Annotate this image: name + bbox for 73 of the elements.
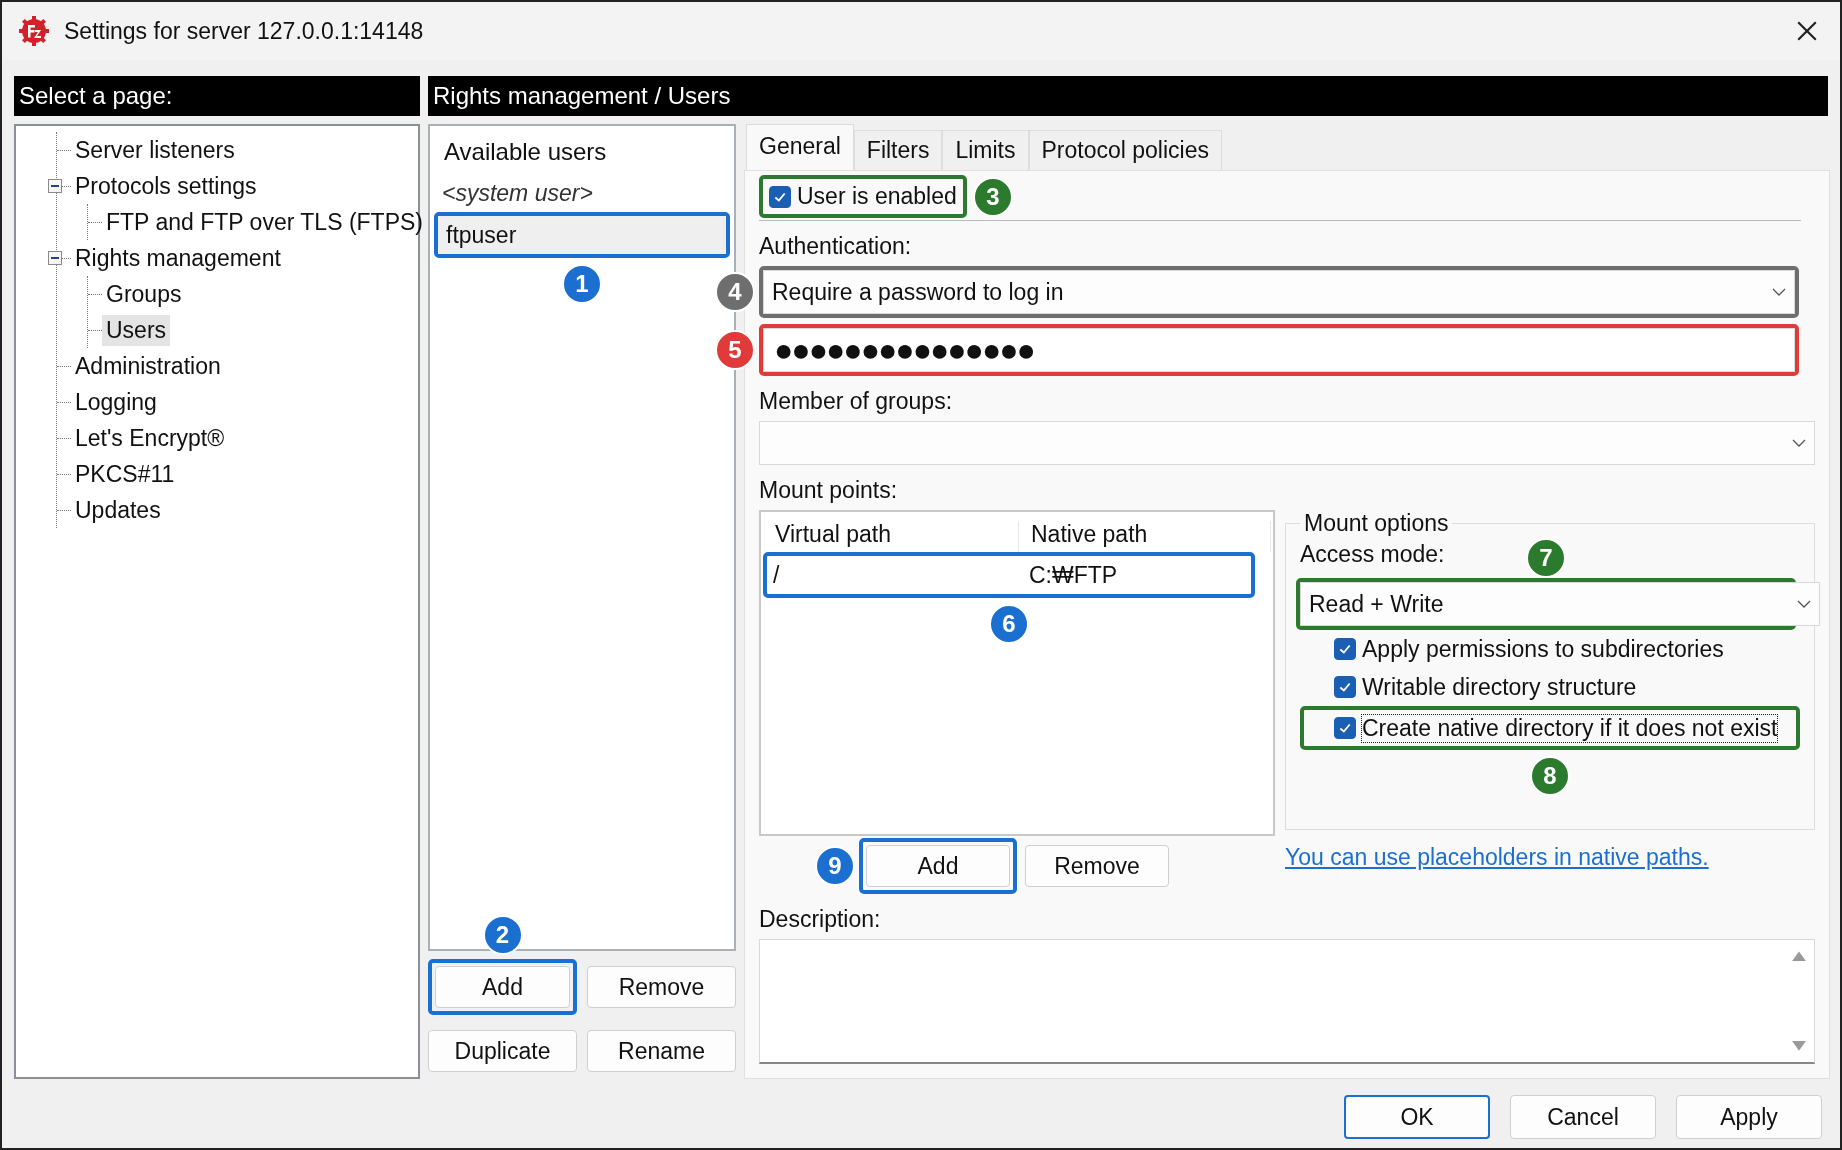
callout-badge: 7 xyxy=(1526,538,1566,578)
chevron-down-icon xyxy=(1797,600,1811,608)
dialog-button[interactable]: Apply xyxy=(1676,1095,1822,1139)
dialog-button[interactable]: Cancel xyxy=(1510,1095,1656,1139)
placeholders-link[interactable]: You can use placeholders in native paths. xyxy=(1285,844,1815,871)
column-header: Available users xyxy=(443,137,608,167)
user-action-button[interactable]: Duplicate xyxy=(428,1030,577,1072)
description-field[interactable] xyxy=(759,939,1815,1064)
callout-badge: 3 xyxy=(972,176,1013,217)
tab[interactable]: Protocol policies xyxy=(1028,130,1222,170)
callout-badge: 8 xyxy=(1530,756,1570,796)
close-icon[interactable] xyxy=(1796,20,1818,42)
scroll-down-icon[interactable] xyxy=(1792,1041,1806,1052)
tab[interactable]: Filters xyxy=(853,130,943,170)
table-cell-text: / xyxy=(772,561,781,589)
callout-badge: 5 xyxy=(715,330,755,370)
remove-mount-button[interactable]: Remove xyxy=(1025,845,1169,887)
callout-badge: 6 xyxy=(989,604,1029,644)
window-title: Settings for server 127.0.0.1:14148 xyxy=(64,17,425,45)
scroll-up-icon[interactable] xyxy=(1792,950,1806,961)
check-icon xyxy=(1338,721,1352,735)
collapse-icon[interactable] xyxy=(48,179,62,193)
checkbox[interactable] xyxy=(1334,638,1356,660)
checkbox[interactable] xyxy=(1334,717,1356,739)
column-header[interactable]: Native path xyxy=(1019,521,1271,552)
collapse-icon[interactable] xyxy=(48,251,62,265)
callout-badge: 1 xyxy=(562,264,602,304)
tree-item[interactable]: Users xyxy=(102,314,171,346)
section-header: Rights management / Users xyxy=(428,76,1828,116)
gear-logo-icon xyxy=(18,15,50,47)
field-label: Mount points: xyxy=(759,477,899,504)
authentication-dropdown[interactable]: Require a password to log in xyxy=(763,270,1795,314)
table-cell-text: C:₩FTP xyxy=(1028,561,1119,589)
field-label: Description: xyxy=(759,906,882,933)
section-header: Select a page: xyxy=(14,76,420,116)
password-field[interactable]: ●●●●●●●●●●●●●●● xyxy=(763,328,1795,372)
user-action-button[interactable]: Rename xyxy=(587,1030,736,1072)
chevron-down-icon xyxy=(1772,288,1786,296)
field-label: Access mode: xyxy=(1300,541,1445,568)
tree-item[interactable]: Groups xyxy=(102,278,186,310)
group-title: Mount options xyxy=(1303,510,1450,537)
column-header[interactable]: Virtual path xyxy=(763,521,1019,552)
dialog-button[interactable]: OK xyxy=(1344,1095,1490,1139)
tree-item[interactable]: FTP and FTP over TLS (FTPS) xyxy=(102,206,427,238)
tree-item[interactable]: Logging xyxy=(71,386,161,418)
user-action-button[interactable]: Remove xyxy=(587,966,736,1008)
user-item[interactable]: <system user> xyxy=(434,174,730,212)
checkbox-label: User is enabled xyxy=(797,183,957,210)
tree-item[interactable]: Protocols settings xyxy=(71,170,261,202)
checkbox[interactable] xyxy=(1334,676,1356,698)
checkbox-label: Apply permissions to subdirectories xyxy=(1362,635,1724,663)
tree-item[interactable]: Let's Encrypt® xyxy=(71,422,229,454)
check-icon xyxy=(1338,642,1352,656)
tree-item[interactable]: Administration xyxy=(71,350,225,382)
tree-item[interactable]: Updates xyxy=(71,494,165,526)
field-label: Member of groups: xyxy=(759,388,954,415)
checkbox-label: Create native directory if it does not exist xyxy=(1362,714,1778,742)
add-user-button[interactable]: Add xyxy=(435,966,570,1008)
callout-badge: 4 xyxy=(715,272,755,312)
checkbox[interactable] xyxy=(769,185,791,208)
access-mode-dropdown[interactable]: Read + Write xyxy=(1300,582,1820,626)
checkbox-label: Writable directory structure xyxy=(1362,673,1637,701)
tree-item[interactable]: PKCS#11 xyxy=(71,458,179,490)
add-mount-button[interactable]: Add xyxy=(866,845,1010,887)
user-item[interactable]: ftpuser xyxy=(438,216,726,254)
chevron-down-icon xyxy=(1792,439,1806,447)
field-label: Authentication: xyxy=(759,233,913,260)
tab[interactable]: General xyxy=(746,124,854,170)
tree-item[interactable]: Server listeners xyxy=(71,134,239,166)
tree-item[interactable]: Rights management xyxy=(71,242,285,274)
callout-badge: 9 xyxy=(815,846,855,886)
check-icon xyxy=(1338,680,1352,694)
tab[interactable]: Limits xyxy=(942,130,1029,170)
